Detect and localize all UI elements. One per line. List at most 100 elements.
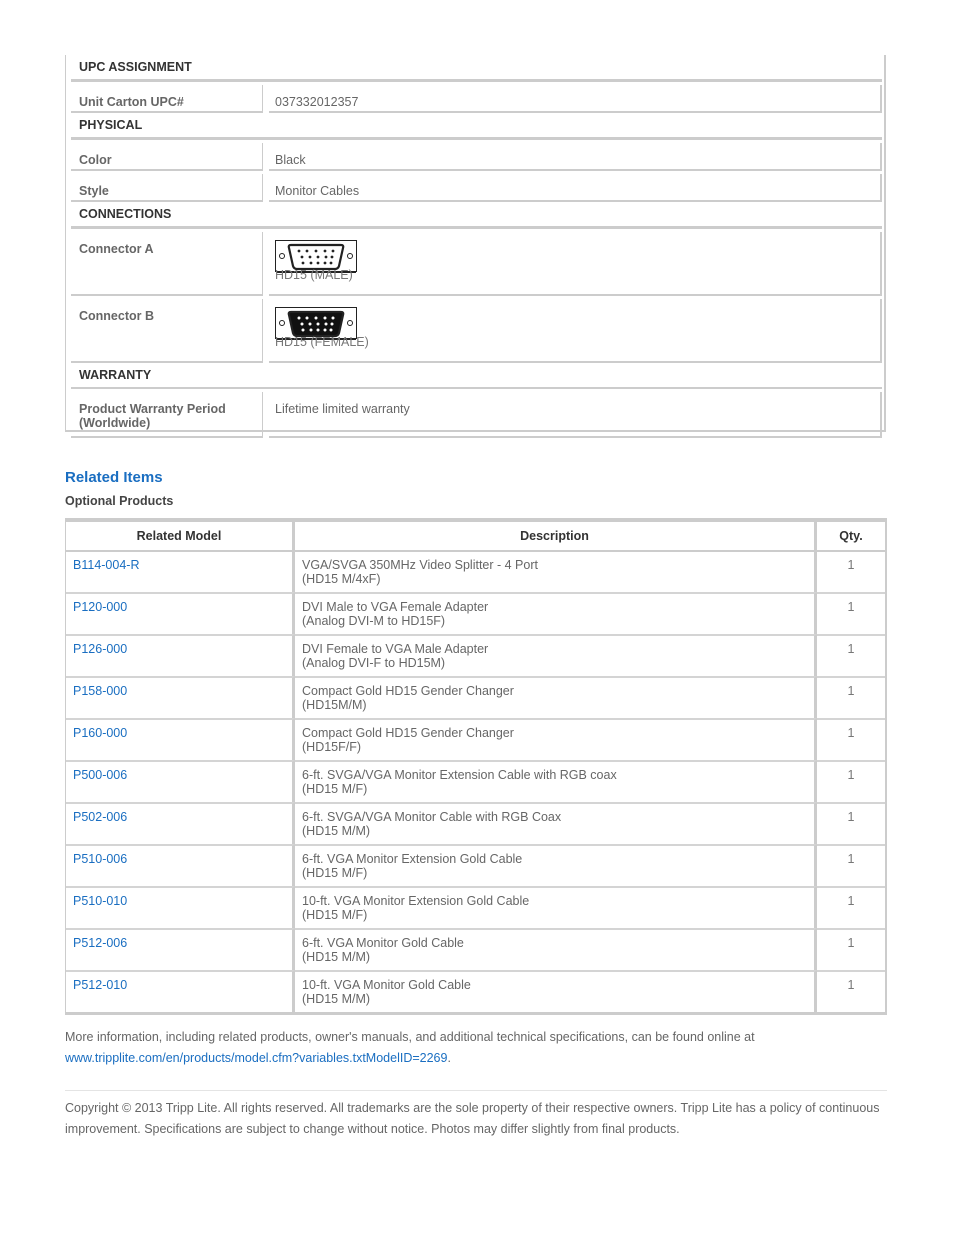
description-cell: 10-ft. VGA Monitor Extension Gold Cable(… [295, 886, 817, 928]
related-model-cell: P126-000 [66, 634, 295, 676]
description-line-1: 6-ft. SVGA/VGA Monitor Cable with RGB Co… [302, 810, 562, 824]
description-line-2: (HD15 M/M) [302, 950, 371, 964]
description-cell: 6-ft. SVGA/VGA Monitor Extension Cable w… [295, 760, 817, 802]
related-products-body: B114-004-R VGA/SVGA 350MHz Video Splitter… [66, 552, 885, 1012]
related-products-table: Related Model Description Qty. B114-004-… [65, 518, 887, 1015]
related-model-link[interactable]: B114-004-R [73, 558, 139, 572]
description-line-1: 10-ft. VGA Monitor Gold Cable [302, 978, 471, 992]
qty-cell: 1 [817, 676, 885, 718]
spec-row-connector-b: Connector B HD15 (FEMALE) [71, 299, 882, 363]
qty-cell: 1 [817, 718, 885, 760]
qty-cell: 1 [817, 802, 885, 844]
table-row: P160-000 Compact Gold HD15 Gender Changer… [66, 718, 885, 760]
specifications-panel: UPC ASSIGNMENT Unit Carton UPC# 03733201… [65, 55, 886, 438]
description-line-2: (HD15 M/M) [302, 992, 371, 1006]
related-model-cell: P120-000 [66, 592, 295, 634]
related-model-link[interactable]: P510-006 [73, 852, 127, 866]
description-line-1: DVI Female to VGA Male Adapter [302, 642, 489, 656]
related-model-link[interactable]: P120-000 [73, 600, 127, 614]
section-header-warranty: WARRANTY [71, 363, 882, 389]
description-line-1: 6-ft. VGA Monitor Extension Gold Cable [302, 852, 523, 866]
spec-row-connector-a: Connector A HD15 (MALE) [71, 232, 882, 296]
product-page-link[interactable]: www.tripplite.com/en/products/model.cfm?… [65, 1051, 447, 1065]
optional-products-subheading: Optional Products [65, 494, 174, 508]
description-line-2: (Analog DVI-F to HD15M) [302, 656, 446, 670]
description-line-2: (HD15 M/M) [302, 824, 371, 838]
description-cell: 6-ft. SVGA/VGA Monitor Cable with RGB Co… [295, 802, 817, 844]
more-info-period: . [447, 1051, 451, 1065]
spec-value: HD15 (FEMALE) [269, 299, 882, 363]
related-model-cell: P502-006 [66, 802, 295, 844]
column-header-description: Description [295, 522, 817, 552]
description-line-2: (Analog DVI-M to HD15F) [302, 614, 446, 628]
section-header-upc: UPC ASSIGNMENT [71, 55, 882, 82]
footer-divider [65, 1090, 887, 1091]
qty-cell: 1 [817, 634, 885, 676]
specifications-table: UPC ASSIGNMENT Unit Carton UPC# 03733201… [71, 55, 882, 438]
related-items-heading: Related Items [65, 469, 163, 486]
spec-row-style: Style Monitor Cables [71, 174, 882, 202]
related-model-cell: P510-006 [66, 844, 295, 886]
description-line-2: (HD15 M/F) [302, 866, 368, 880]
qty-cell: 1 [817, 760, 885, 802]
description-cell: 6-ft. VGA Monitor Gold Cable (HD15 M/M) [295, 928, 817, 970]
table-row: P512-006 6-ft. VGA Monitor Gold Cable (HD1… [66, 928, 885, 970]
related-model-link[interactable]: P502-006 [73, 810, 127, 824]
qty-cell: 1 [817, 928, 885, 970]
table-row: B114-004-R VGA/SVGA 350MHz Video Splitter… [66, 552, 885, 592]
spec-row-warranty: Product Warranty Period (Worldwide) Life… [71, 392, 882, 438]
spec-value: HD15 (MALE) [269, 232, 882, 296]
qty-cell: 1 [817, 886, 885, 928]
description-cell: 6-ft. VGA Monitor Extension Gold Cable (H… [295, 844, 817, 886]
more-info-text: More information, including related prod… [65, 1027, 887, 1069]
table-row: P512-010 10-ft. VGA Monitor Gold Cable (HD… [66, 970, 885, 1012]
spec-label: Color [71, 143, 263, 171]
related-model-link[interactable]: P512-010 [73, 978, 127, 992]
column-header-related-model: Related Model [66, 522, 295, 552]
description-line-1: 10-ft. VGA Monitor Extension Gold Cable [302, 894, 530, 908]
spec-label: Style [71, 174, 263, 202]
description-line-1: DVI Male to VGA Female Adapter [302, 600, 489, 614]
spec-value: Lifetime limited warranty [269, 392, 882, 438]
description-line-1: Compact Gold HD15 Gender Changer [302, 726, 514, 740]
section-header-connections: CONNECTIONS [71, 202, 882, 229]
table-row: P158-000 Compact Gold HD15 Gender Changer… [66, 676, 885, 718]
description-line-2: (HD15 M/F) [302, 782, 368, 796]
copyright-notice: Copyright © 2013 Tripp Lite. All rights … [65, 1101, 880, 1136]
connector-a-type: HD15 (MALE) [275, 268, 353, 282]
spec-row-upc: Unit Carton UPC# 037332012357 [71, 85, 882, 113]
qty-cell: 1 [817, 844, 885, 886]
description-cell: Compact Gold HD15 Gender Changer (HD15F/F… [295, 718, 817, 760]
table-row: P120-000 DVI Male to VGA Female Adapter (A… [66, 592, 885, 634]
description-line-1: VGA/SVGA 350MHz Video Splitter - 4 Port [302, 558, 538, 572]
spec-label: Product Warranty Period (Worldwide) [71, 392, 263, 438]
description-cell: DVI Male to VGA Female Adapter (Analog DV… [295, 592, 817, 634]
description-cell: Compact Gold HD15 Gender Changer (HD15M/M… [295, 676, 817, 718]
spec-value: Black [269, 143, 882, 171]
related-model-link[interactable]: P160-000 [73, 726, 127, 740]
related-model-link[interactable]: P126-000 [73, 642, 127, 656]
qty-cell: 1 [817, 592, 885, 634]
spec-label: Connector B [71, 299, 263, 363]
spec-value: 037332012357 [269, 85, 882, 113]
related-model-link[interactable]: P500-006 [73, 768, 127, 782]
related-model-link[interactable]: P512-006 [73, 936, 127, 950]
more-info-sentence: More information, including related prod… [65, 1030, 755, 1044]
related-model-link[interactable]: P158-000 [73, 684, 127, 698]
table-row: P502-006 6-ft. SVGA/VGA Monitor Cable wit… [66, 802, 885, 844]
description-cell: 10-ft. VGA Monitor Gold Cable (HD15 M/M) [295, 970, 817, 1012]
description-line-2: (HD15F/F) [302, 740, 362, 754]
related-model-cell: P510-010 [66, 886, 295, 928]
related-model-cell: B114-004-R [66, 552, 295, 592]
spec-row-color: Color Black [71, 143, 882, 171]
related-model-cell: P160-000 [66, 718, 295, 760]
related-model-cell: P158-000 [66, 676, 295, 718]
section-header-physical: PHYSICAL [71, 113, 882, 140]
description-line-2: (HD15M/M) [302, 698, 367, 712]
related-model-cell: P512-006 [66, 928, 295, 970]
related-model-cell: P512-010 [66, 970, 295, 1012]
related-model-cell: P500-006 [66, 760, 295, 802]
related-model-link[interactable]: P510-010 [73, 894, 127, 908]
description-line-2: (HD15 M/4xF) [302, 572, 381, 586]
description-line-1: Compact Gold HD15 Gender Changer [302, 684, 514, 698]
